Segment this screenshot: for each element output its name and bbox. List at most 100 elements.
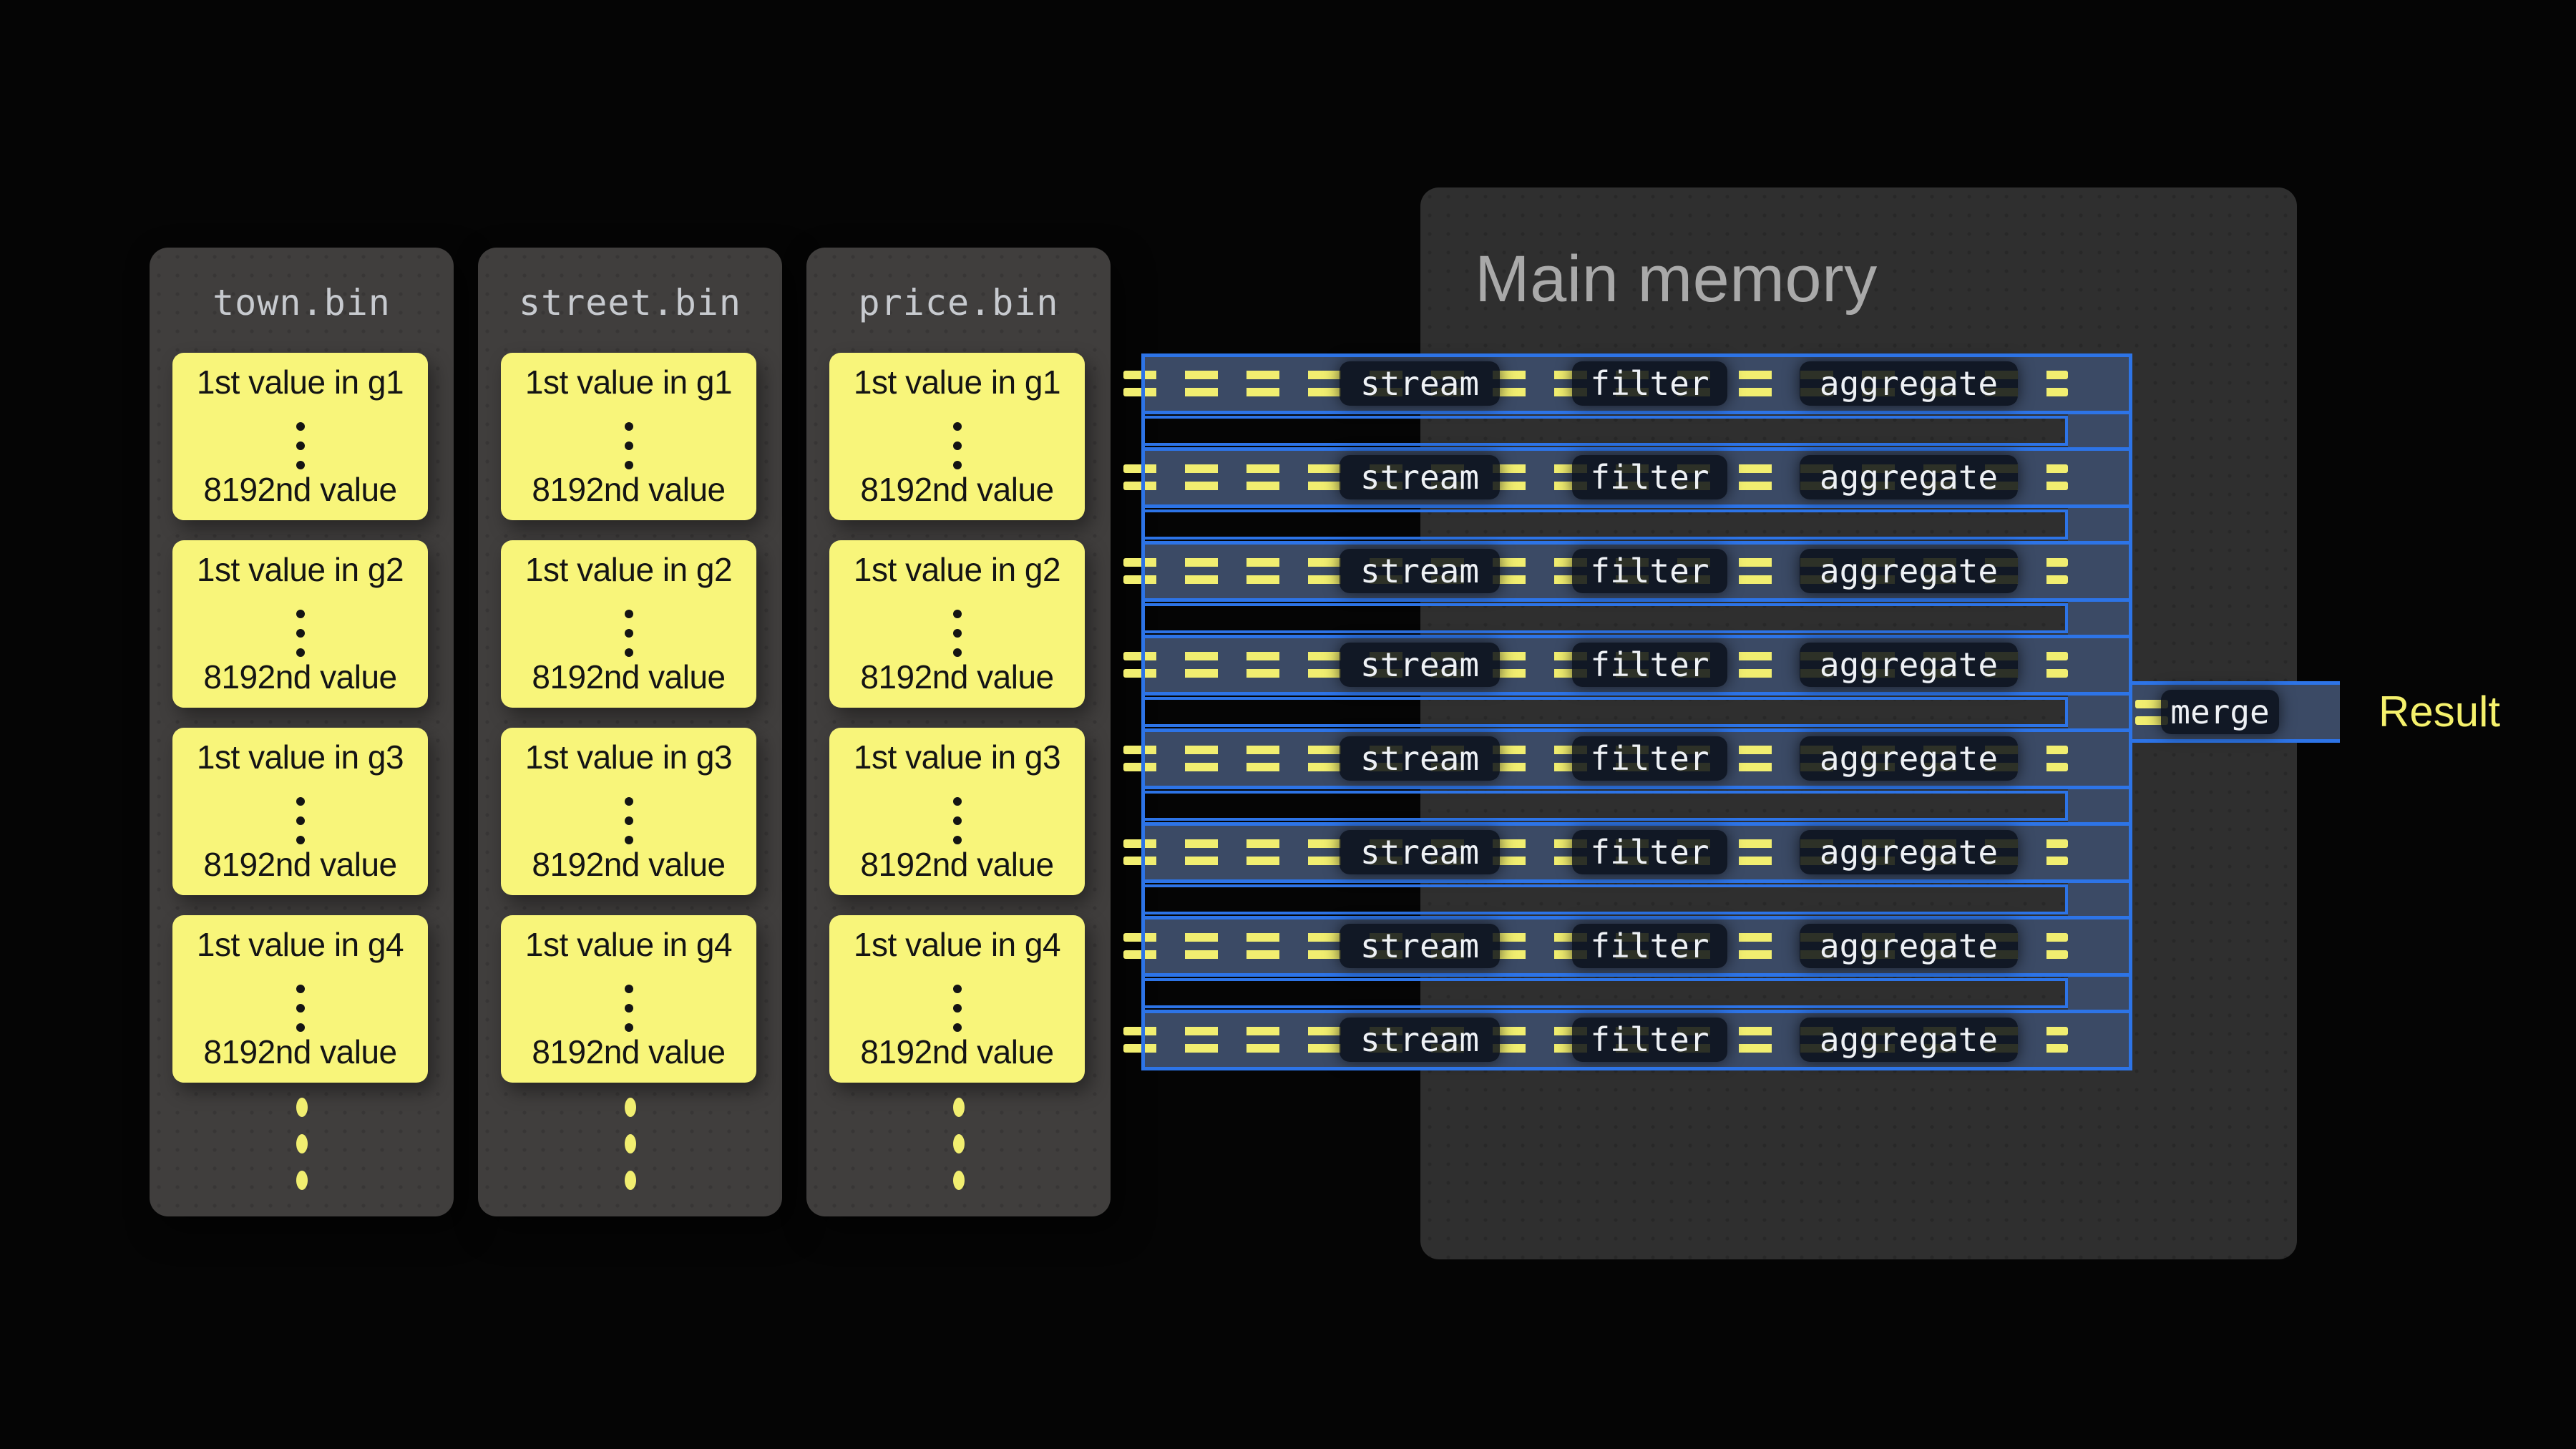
granule-block: 1st value in g28192nd value [172, 540, 428, 708]
granule-ellipsis-dots [172, 974, 428, 1031]
dot-icon [953, 648, 962, 657]
dot-icon [625, 422, 633, 431]
op-box-stream: stream [1340, 549, 1500, 593]
granule-block: 1st value in g2 8192nd value [829, 540, 1085, 708]
granule-bottom-label: 8192nd value [829, 845, 1085, 884]
dot-icon [953, 836, 962, 844]
dot-icon [625, 797, 633, 806]
dot-icon [296, 610, 305, 618]
dot-icon [953, 461, 962, 469]
dot-icon [953, 441, 962, 450]
granule-block: 1st value in g1 8192nd value [501, 353, 756, 520]
granule-bottom-label: 8192nd value [501, 470, 756, 509]
granule-bottom-label: 8192nd value [829, 658, 1085, 696]
main-memory-title: Main memory [1475, 242, 1878, 317]
granule-bottom-label: 8192nd value [501, 658, 756, 696]
granule-ellipsis-dots [829, 974, 1085, 1031]
pipeline-row: streamfilteraggregate [1141, 447, 2132, 508]
op-box-stream: stream [1340, 736, 1500, 781]
dot-icon [296, 648, 305, 657]
granule-top-label: 1st value in g4 [501, 925, 756, 964]
granule-block: 1st value in g3 8192nd value [829, 728, 1085, 895]
op-box-stream: stream [1340, 455, 1500, 499]
granule-top-label: 1st value in g4 [829, 925, 1085, 964]
granule-ellipsis-dots [829, 786, 1085, 844]
granule-bottom-label: 8192nd value [172, 470, 428, 509]
granule-ellipsis-dots [501, 599, 756, 656]
op-box-filter: filter [1572, 643, 1727, 687]
granule-ellipsis-dots [172, 599, 428, 656]
granule-block: 1st value in g48192nd value [501, 915, 756, 1083]
pipeline-row: stream filter aggregate [1141, 822, 2132, 883]
op-box-filter: filter [1572, 1018, 1727, 1062]
dot-icon [953, 797, 962, 806]
dot-icon [625, 629, 633, 638]
dot-icon [625, 648, 633, 657]
granule-bottom-label: 8192nd value [501, 845, 756, 884]
column-ellipsis-dots [150, 1080, 454, 1195]
pipeline-row: stream filter aggregate [1141, 353, 2132, 414]
pipeline-strip [1141, 416, 2068, 446]
dot-icon [953, 1134, 965, 1153]
op-box-aggregate: aggregate [1800, 830, 2018, 874]
granule-ellipsis-dots [501, 974, 756, 1031]
granule-bottom-label: 8192nd value [172, 658, 428, 696]
dot-icon [625, 816, 633, 825]
dot-icon [296, 422, 305, 431]
dot-icon [296, 629, 305, 638]
file-column: street.bin1st value in g18192nd value1st… [478, 248, 782, 1216]
op-box-aggregate: aggregate [1800, 736, 2018, 781]
pipeline-strip [1141, 509, 2068, 540]
file-column: price.bin1st value in g18192nd value1st … [806, 248, 1111, 1216]
dot-icon [296, 797, 305, 806]
dot-icon [953, 1004, 962, 1013]
dot-icon [296, 1171, 308, 1190]
pipeline-strip [1141, 884, 2068, 914]
granule-block: 1st value in g3 8192nd value [501, 728, 756, 895]
dot-icon [625, 1023, 633, 1032]
dot-icon [625, 441, 633, 450]
dot-icon [625, 1004, 633, 1013]
merge-operator-box: merge [2161, 690, 2279, 734]
op-box-filter: filter [1572, 924, 1727, 968]
granule-top-label: 1st value in g2 [501, 550, 756, 589]
granule-top-label: 1st value in g2 [829, 550, 1085, 589]
op-box-filter: filter [1572, 736, 1727, 781]
granule-top-label: 1st value in g1 [501, 363, 756, 401]
pipeline-strip [1141, 791, 2068, 821]
pipeline-row: stream filter aggregate [1141, 541, 2132, 602]
granule-top-label: 1st value in g3 [829, 738, 1085, 776]
dot-icon [625, 836, 633, 844]
granule-top-label: 1st value in g1 [829, 363, 1085, 401]
op-box-stream: stream [1340, 830, 1500, 874]
granule-top-label: 1st value in g4 [172, 925, 428, 964]
granule-block: 1st value in g38192nd value [172, 728, 428, 895]
op-box-aggregate: aggregate [1800, 455, 2018, 499]
granule-block: 1st value in g48192nd value [172, 915, 428, 1083]
op-box-aggregate: aggregate [1800, 549, 2018, 593]
dot-icon [625, 1171, 636, 1190]
dot-icon [953, 1023, 962, 1032]
op-box-aggregate: aggregate [1800, 361, 2018, 406]
dot-icon [296, 1023, 305, 1032]
granule-block: 1st value in g2 8192nd value [501, 540, 756, 708]
dot-icon [953, 629, 962, 638]
op-box-filter: filter [1572, 830, 1727, 874]
op-box-stream: stream [1340, 361, 1500, 406]
op-box-filter: filter [1572, 361, 1727, 406]
granule-ellipsis-dots [501, 786, 756, 844]
dot-icon [625, 1098, 636, 1117]
granule-block: 1st value in g18192nd value [829, 353, 1085, 520]
dot-icon [953, 1171, 965, 1190]
dot-icon [953, 985, 962, 993]
dot-icon [296, 1004, 305, 1013]
op-box-aggregate: aggregate [1800, 643, 2018, 687]
dot-icon [953, 1098, 965, 1117]
granule-ellipsis-dots [501, 411, 756, 469]
op-box-filter: filter [1572, 549, 1727, 593]
column-ellipsis-dots [478, 1080, 782, 1195]
granule-top-label: 1st value in g3 [501, 738, 756, 776]
dot-icon [296, 441, 305, 450]
op-box-stream: stream [1340, 924, 1500, 968]
file-column-title: price.bin [806, 282, 1111, 323]
